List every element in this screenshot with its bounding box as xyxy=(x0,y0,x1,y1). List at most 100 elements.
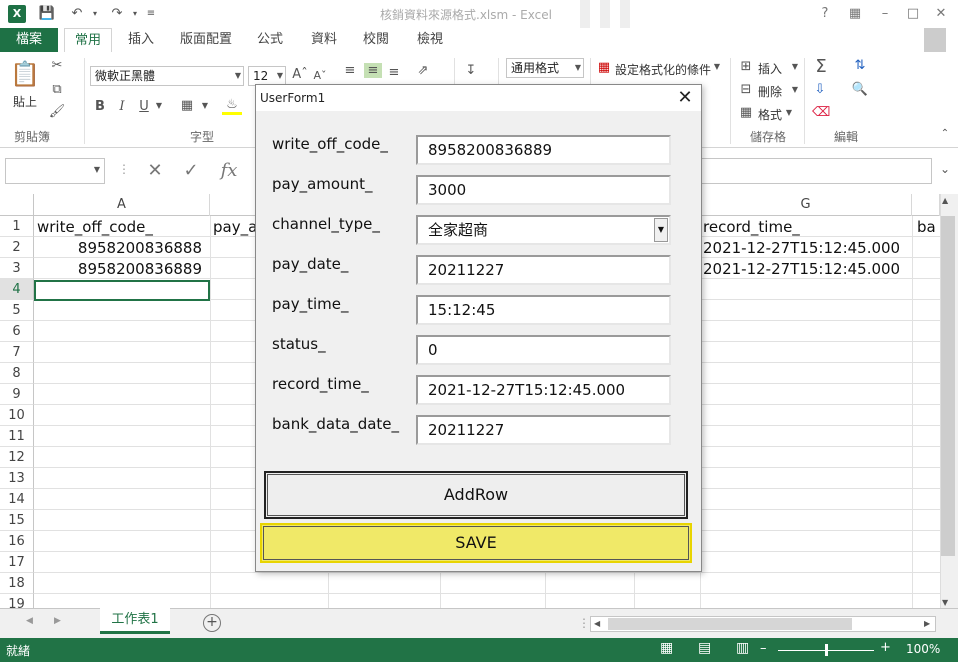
cell-a2[interactable]: 8958200836888 xyxy=(37,239,202,257)
collapse-ribbon-icon[interactable]: ⌃ xyxy=(938,128,952,139)
cell-g2[interactable]: 2021-12-27T15:12:45.000 xyxy=(703,239,911,257)
scroll-right-icon[interactable]: ▶ xyxy=(924,619,930,628)
cell-a1[interactable]: write_off_code_ xyxy=(37,218,209,236)
fill-down-icon[interactable]: ⇩ xyxy=(812,82,828,97)
underline-button[interactable]: U xyxy=(136,99,152,114)
tab-home[interactable]: 常用 xyxy=(64,28,112,52)
conditional-format-button[interactable]: 設定格式化的條件 xyxy=(615,61,711,78)
tab-data[interactable]: 資料 xyxy=(302,28,346,52)
record-time-field[interactable]: 2021-12-27T15:12:45.000 xyxy=(416,375,671,405)
undo-icon[interactable]: ↶ xyxy=(68,5,86,23)
ribbon-display-icon[interactable]: ▦ xyxy=(844,4,866,24)
add-sheet-button[interactable]: + xyxy=(203,614,221,632)
chevron-down-icon[interactable]: ▼ xyxy=(200,101,210,110)
cell-g3[interactable]: 2021-12-27T15:12:45.000 xyxy=(703,260,911,278)
chevron-down-icon[interactable]: ▼ xyxy=(784,108,794,117)
sheet-tab-1[interactable]: 工作表1 xyxy=(100,608,170,634)
copy-icon[interactable]: ⧉ xyxy=(48,82,66,97)
zoom-level[interactable]: 100% xyxy=(906,642,940,656)
chevron-down-icon[interactable]: ▼ xyxy=(154,101,164,110)
cell-b1[interactable]: pay_a xyxy=(213,218,255,236)
row-header-12[interactable]: 12 xyxy=(0,447,34,468)
row-header-15[interactable]: 15 xyxy=(0,510,34,531)
redo-icon[interactable]: ↷ xyxy=(108,5,126,23)
row-header-16[interactable]: 16 xyxy=(0,531,34,552)
chevron-down-icon[interactable]: ▼ xyxy=(790,62,800,71)
cancel-formula-icon[interactable]: ✕ xyxy=(140,158,170,184)
tab-view[interactable]: 檢視 xyxy=(408,28,452,52)
fill-color-icon[interactable]: ♨ xyxy=(222,97,242,115)
row-header-4[interactable]: 4 xyxy=(0,279,34,300)
next-sheet-icon[interactable]: ▶ xyxy=(54,616,61,626)
delete-cells-button[interactable]: 刪除 xyxy=(758,83,782,100)
align-middle-icon[interactable]: ≡ xyxy=(364,63,382,78)
wrap-text-icon[interactable]: ↧ xyxy=(462,63,480,78)
undo-dropdown-icon[interactable]: ▾ xyxy=(86,5,104,23)
tab-file[interactable]: 檔案 xyxy=(0,28,58,52)
formula-input[interactable] xyxy=(700,158,932,184)
row-header-6[interactable]: 6 xyxy=(0,321,34,342)
column-header-a[interactable]: A xyxy=(34,194,210,216)
zoom-in-icon[interactable]: + xyxy=(880,640,891,655)
normal-view-icon[interactable]: ▦ xyxy=(660,640,673,656)
italic-button[interactable]: I xyxy=(114,99,130,114)
row-header-13[interactable]: 13 xyxy=(0,468,34,489)
cell-g1[interactable]: record_time_ xyxy=(703,218,911,236)
help-button[interactable]: ? xyxy=(814,4,836,24)
decrease-font-icon[interactable]: Aˇ xyxy=(312,69,328,82)
tab-splitter[interactable]: ⋮ xyxy=(578,616,590,630)
cell-a3[interactable]: 8958200836889 xyxy=(37,260,202,278)
borders-icon[interactable]: ▦ xyxy=(178,98,196,113)
row-header-11[interactable]: 11 xyxy=(0,426,34,447)
horizontal-scroll-thumb[interactable] xyxy=(608,618,852,630)
number-format-combo[interactable]: 通用格式 ▼ xyxy=(506,58,584,78)
restore-icon[interactable]: □ xyxy=(902,4,924,24)
zoom-slider-handle[interactable] xyxy=(825,644,828,656)
bank-data-date-field[interactable]: 20211227 xyxy=(416,415,671,445)
tab-formulas[interactable]: 公式 xyxy=(248,28,292,52)
prev-sheet-icon[interactable]: ◀ xyxy=(26,616,33,626)
column-header-g[interactable]: G xyxy=(700,194,912,216)
format-cells-button[interactable]: 格式 xyxy=(758,106,782,123)
autosum-icon[interactable]: Σ xyxy=(812,56,830,77)
pay-amount-field[interactable]: 3000 xyxy=(416,175,671,205)
select-all-corner[interactable] xyxy=(0,194,34,216)
add-row-button[interactable]: AddRow xyxy=(264,471,688,519)
bold-button[interactable]: B xyxy=(92,99,108,114)
row-header-1[interactable]: 1 xyxy=(0,216,34,237)
active-cell-a4[interactable] xyxy=(34,280,210,301)
conditional-format-icon[interactable]: ▦ xyxy=(596,60,612,75)
format-cells-icon[interactable]: ▦ xyxy=(738,105,754,120)
tab-page-layout[interactable]: 版面配置 xyxy=(172,28,240,52)
chevron-down-icon[interactable]: ▼ xyxy=(712,62,722,71)
channel-type-combobox[interactable]: 全家超商 ▼ xyxy=(416,215,671,245)
pay-time-field[interactable]: 15:12:45 xyxy=(416,295,671,325)
row-header-2[interactable]: 2 xyxy=(0,237,34,258)
customize-qat-icon[interactable]: ≡ xyxy=(142,5,160,23)
status-field[interactable]: 0 xyxy=(416,335,671,365)
tab-insert[interactable]: 插入 xyxy=(118,28,164,52)
row-header-5[interactable]: 5 xyxy=(0,300,34,321)
row-header-18[interactable]: 18 xyxy=(0,573,34,594)
insert-cells-button[interactable]: 插入 xyxy=(758,60,782,77)
insert-cells-icon[interactable]: ⊞ xyxy=(738,59,754,74)
increase-font-icon[interactable]: Aˆ xyxy=(292,67,308,82)
paste-button[interactable]: 貼上 xyxy=(13,93,37,110)
expand-formula-icon[interactable]: ⌄ xyxy=(936,162,954,176)
save-button[interactable]: SAVE xyxy=(260,523,692,563)
tab-review[interactable]: 校閱 xyxy=(354,28,398,52)
sort-filter-icon[interactable]: ⇅ xyxy=(848,58,872,73)
clear-icon[interactable]: ⌫ xyxy=(812,105,830,120)
confirm-formula-icon[interactable]: ✓ xyxy=(176,158,206,184)
row-header-17[interactable]: 17 xyxy=(0,552,34,573)
cell-h1[interactable]: ba xyxy=(917,218,939,236)
font-name-combo[interactable]: 微軟正黑體 ▼ xyxy=(90,66,244,86)
format-painter-icon[interactable]: 🖌 xyxy=(48,104,66,119)
row-header-10[interactable]: 10 xyxy=(0,405,34,426)
close-icon[interactable]: ✕ xyxy=(674,87,696,109)
close-window-icon[interactable]: ✕ xyxy=(930,4,952,24)
user-avatar[interactable] xyxy=(924,28,946,52)
align-bottom-icon[interactable]: ≡ xyxy=(386,65,402,80)
scroll-left-icon[interactable]: ◀ xyxy=(594,619,600,628)
align-top-icon[interactable]: ≡ xyxy=(342,63,358,78)
